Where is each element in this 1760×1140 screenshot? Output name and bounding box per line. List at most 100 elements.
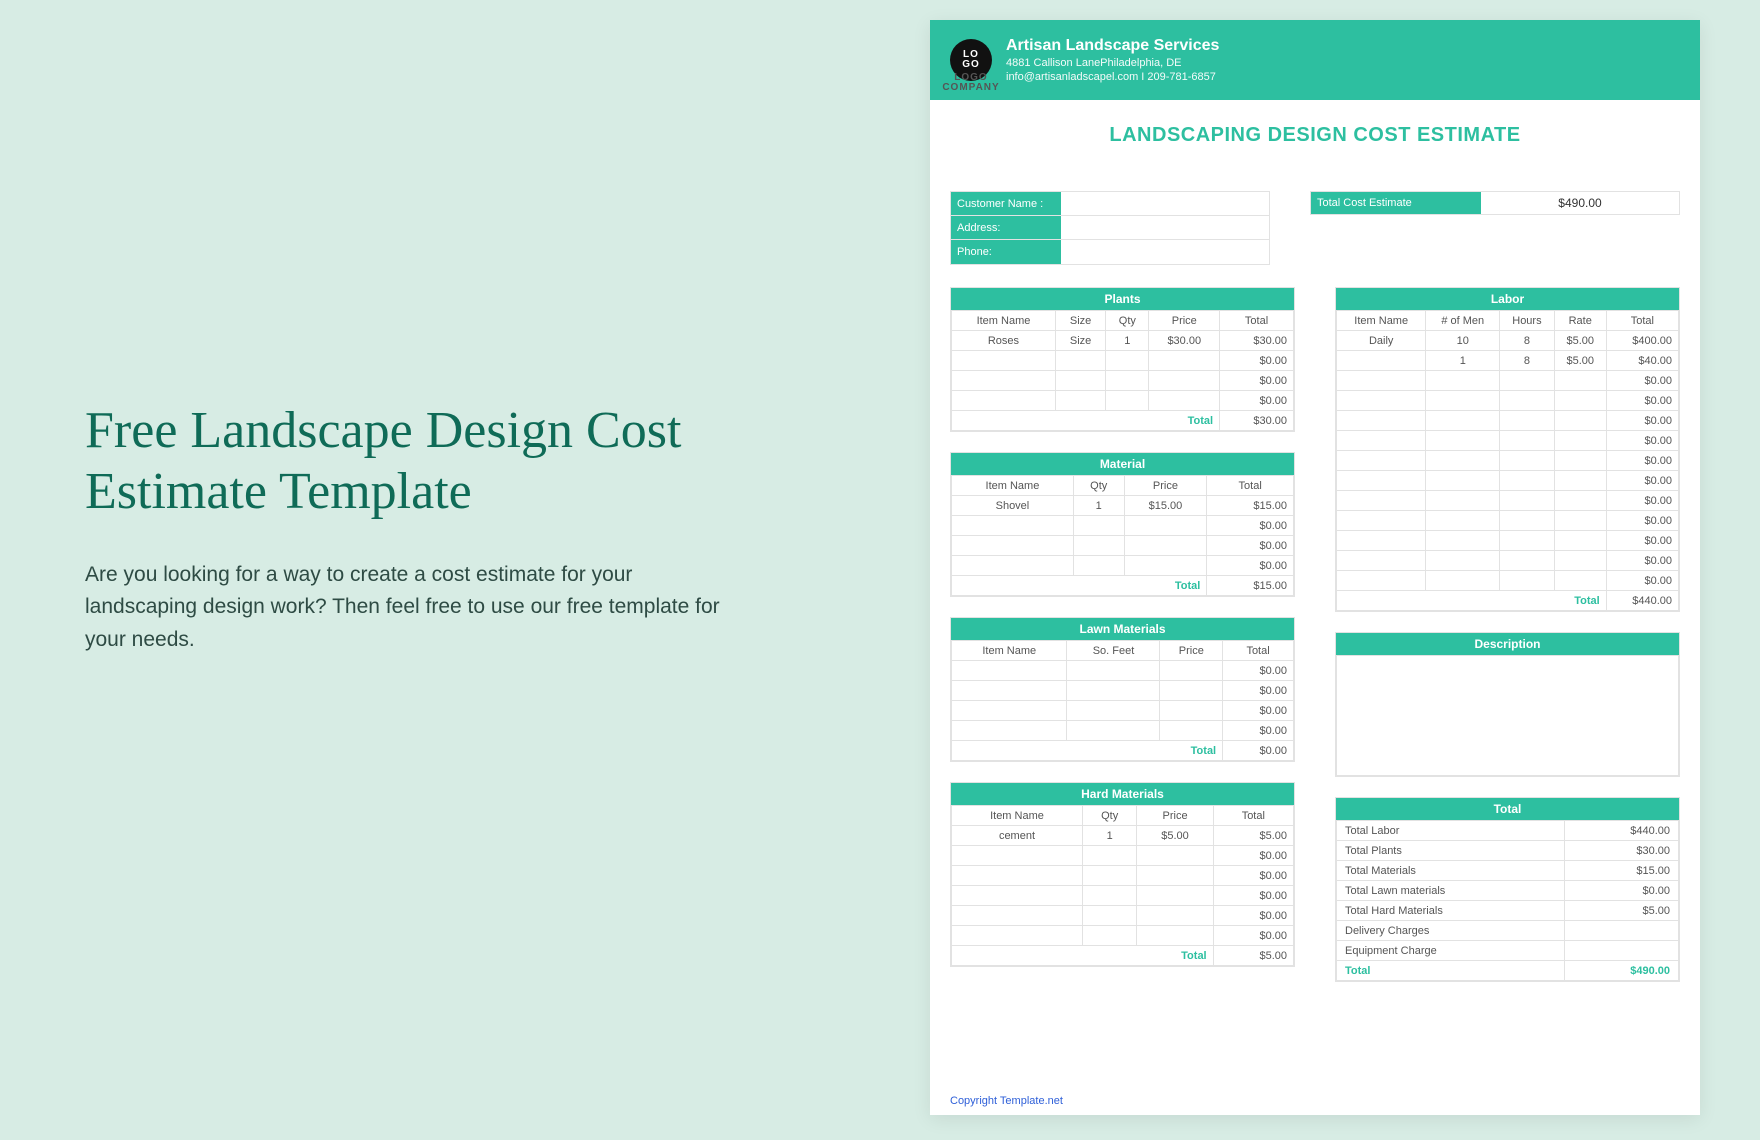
- document-header: LO GO LOGO COMPANY Artisan Landscape Ser…: [930, 20, 1700, 100]
- table-cell: 8: [1500, 331, 1555, 351]
- column-header: Total: [1207, 476, 1294, 496]
- summary-row: Total Lawn materials$0.00: [1337, 881, 1679, 901]
- total-cost-box: Total Cost Estimate $490.00: [1310, 191, 1680, 215]
- summary-label: Total Hard Materials: [1337, 901, 1565, 921]
- table-cell: [1426, 511, 1500, 531]
- table-row: $0.00: [952, 681, 1294, 701]
- table-cell: [1137, 886, 1213, 906]
- grand-total-label: Total: [1337, 961, 1565, 981]
- table-cell: [1500, 431, 1555, 451]
- table-cell: $5.00: [1554, 351, 1606, 371]
- table-cell: [1554, 491, 1606, 511]
- summary-amount: $15.00: [1564, 861, 1678, 881]
- table-row: $0.00: [1337, 571, 1679, 591]
- table-cell: [1426, 431, 1500, 451]
- logo-subtext: LOGO COMPANY: [931, 73, 1011, 93]
- table-cell: [952, 351, 1056, 371]
- table-cell: [1106, 351, 1149, 371]
- table-cell: [1082, 926, 1136, 946]
- column-header: Qty: [1106, 311, 1149, 331]
- page-description: Are you looking for a way to create a co…: [85, 559, 725, 657]
- table-cell: Daily: [1337, 331, 1426, 351]
- hard-title: Hard Materials: [951, 783, 1294, 805]
- table-cell: [1137, 906, 1213, 926]
- customer-phone-value: [1061, 240, 1269, 264]
- table-cell: [1337, 471, 1426, 491]
- summary-row: Delivery Charges: [1337, 921, 1679, 941]
- table-cell: [1337, 431, 1426, 451]
- table-cell: [952, 906, 1083, 926]
- table-row: $0.00: [1337, 531, 1679, 551]
- labor-table: Labor Item Name# of MenHoursRateTotalDai…: [1335, 287, 1680, 612]
- customer-address-label: Address:: [951, 216, 1061, 239]
- material-title: Material: [951, 453, 1294, 475]
- company-address: 4881 Callison LanePhiladelphia, DE: [1006, 57, 1219, 69]
- column-header: Item Name: [952, 311, 1056, 331]
- table-cell: $0.00: [1223, 721, 1294, 741]
- logo-icon: LO GO LOGO COMPANY: [950, 39, 992, 81]
- company-info: Artisan Landscape Services 4881 Callison…: [1006, 37, 1219, 83]
- table-cell: $0.00: [1606, 371, 1678, 391]
- table-row: $0.00: [1337, 431, 1679, 451]
- table-cell: [1426, 471, 1500, 491]
- table-cell: [1426, 571, 1500, 591]
- company-name: Artisan Landscape Services: [1006, 37, 1219, 55]
- table-cell: 1: [1073, 496, 1124, 516]
- table-cell: $0.00: [1220, 351, 1294, 371]
- table-cell: [1554, 411, 1606, 431]
- table-row: $0.00: [952, 371, 1294, 391]
- total-value: $440.00: [1606, 591, 1678, 611]
- table-cell: $0.00: [1606, 451, 1678, 471]
- table-cell: [1137, 846, 1213, 866]
- table-row: $0.00: [952, 351, 1294, 371]
- table-cell: [1500, 371, 1555, 391]
- table-cell: $0.00: [1213, 926, 1293, 946]
- document-preview: LO GO LOGO COMPANY Artisan Landscape Ser…: [930, 20, 1700, 1115]
- total-value: $0.00: [1223, 741, 1294, 761]
- customer-phone-label: Phone:: [951, 240, 1061, 264]
- table-cell: [1426, 491, 1500, 511]
- column-header: Qty: [1082, 806, 1136, 826]
- column-header: Rate: [1554, 311, 1606, 331]
- table-cell: [1554, 551, 1606, 571]
- column-header: Size: [1055, 311, 1105, 331]
- table-cell: $400.00: [1606, 331, 1678, 351]
- table-row: $0.00: [952, 846, 1294, 866]
- table-cell: $0.00: [1213, 886, 1293, 906]
- total-cost-label: Total Cost Estimate: [1311, 192, 1481, 214]
- table-cell: [952, 846, 1083, 866]
- summary-amount: [1564, 941, 1678, 961]
- total-label: Total: [1337, 591, 1607, 611]
- table-cell: [1067, 681, 1160, 701]
- table-cell: $0.00: [1220, 391, 1294, 411]
- table-cell: [1554, 571, 1606, 591]
- table-cell: [952, 536, 1074, 556]
- table-cell: Roses: [952, 331, 1056, 351]
- table-cell: [952, 556, 1074, 576]
- table-cell: [1554, 431, 1606, 451]
- table-row: $0.00: [1337, 451, 1679, 471]
- summary-row: Total Hard Materials$5.00: [1337, 901, 1679, 921]
- table-cell: $30.00: [1149, 331, 1220, 351]
- table-cell: [1337, 371, 1426, 391]
- table-cell: [1337, 351, 1426, 371]
- table-cell: [1337, 411, 1426, 431]
- summary-label: Total Plants: [1337, 841, 1565, 861]
- column-header: Qty: [1073, 476, 1124, 496]
- table-row: $0.00: [952, 556, 1294, 576]
- table-cell: [1500, 571, 1555, 591]
- grand-total-value: $490.00: [1564, 961, 1678, 981]
- table-cell: [1149, 351, 1220, 371]
- table-cell: [952, 701, 1067, 721]
- table-cell: [952, 886, 1083, 906]
- table-cell: [1160, 721, 1223, 741]
- table-cell: [1337, 531, 1426, 551]
- table-cell: $0.00: [1213, 906, 1293, 926]
- table-row: Shovel1$15.00$15.00: [952, 496, 1294, 516]
- column-header: Price: [1149, 311, 1220, 331]
- table-cell: 1: [1106, 331, 1149, 351]
- table-cell: [1073, 536, 1124, 556]
- table-cell: cement: [952, 826, 1083, 846]
- column-header: Total: [1223, 641, 1294, 661]
- table-cell: $0.00: [1207, 536, 1294, 556]
